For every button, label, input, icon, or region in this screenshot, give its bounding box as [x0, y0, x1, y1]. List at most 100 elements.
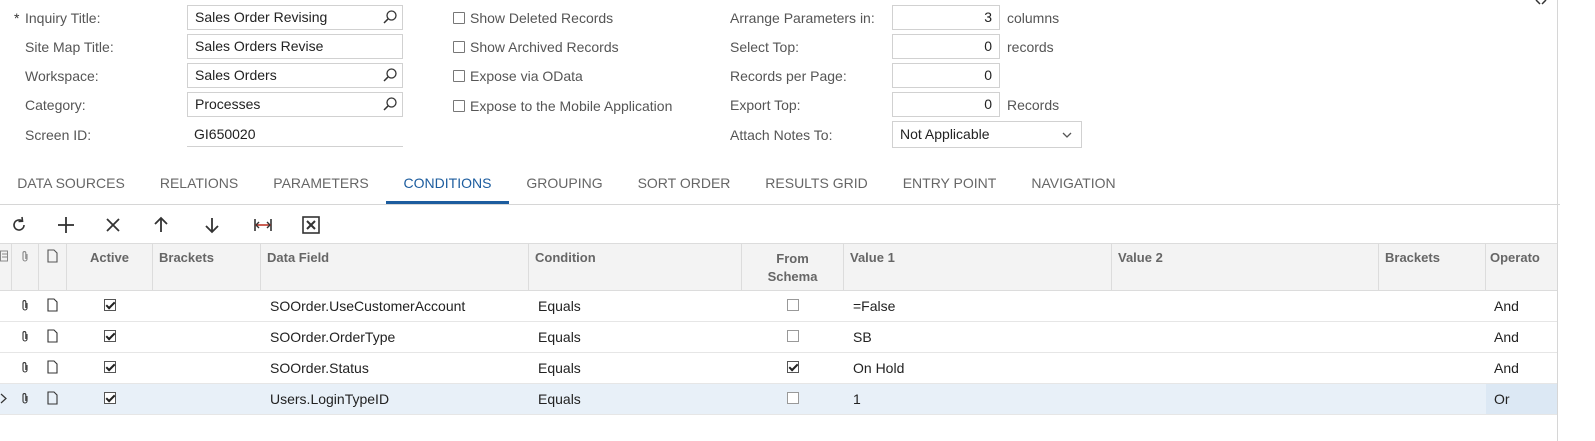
search-icon[interactable] — [382, 67, 398, 83]
tab-grouping[interactable]: GROUPING — [509, 166, 620, 202]
refresh-icon[interactable] — [8, 214, 30, 236]
col-brackets-close[interactable]: Brackets — [1379, 244, 1486, 290]
paperclip-icon[interactable] — [20, 392, 30, 405]
category-field[interactable]: Processes — [187, 92, 403, 117]
table-row[interactable]: SOOrder.OrderType Equals SB And — [0, 322, 1557, 353]
arrange-params-field[interactable]: 3 — [892, 5, 1000, 30]
expose-mobile-option[interactable]: Expose to the Mobile Application — [453, 98, 672, 114]
paperclip-icon[interactable] — [20, 361, 30, 374]
required-marker: * — [14, 10, 20, 26]
export-top-field[interactable]: 0 — [892, 92, 1000, 117]
screen-id-value: GI650020 — [187, 122, 403, 147]
value1-cell[interactable]: =False — [853, 291, 895, 321]
operator-cell[interactable]: And — [1494, 322, 1519, 352]
col-condition[interactable]: Condition — [529, 244, 742, 290]
expose-odata-label: Expose via OData — [470, 68, 583, 84]
from-schema-checkbox[interactable] — [787, 392, 799, 404]
tab-parameters[interactable]: PARAMETERS — [256, 166, 386, 202]
note-icon[interactable] — [47, 391, 58, 405]
col-from-schema-line1: From — [776, 251, 809, 266]
value1-cell[interactable]: On Hold — [853, 353, 904, 383]
operator-cell[interactable]: And — [1494, 291, 1519, 321]
inquiry-title-field[interactable]: Sales Order Revising — [187, 5, 403, 30]
operator-cell[interactable]: And — [1494, 353, 1519, 383]
operator-cell[interactable]: Or — [1494, 384, 1510, 414]
attach-notes-select[interactable]: Not Applicable — [892, 121, 1082, 148]
value1-cell[interactable]: 1 — [853, 384, 861, 414]
show-deleted-option[interactable]: Show Deleted Records — [453, 10, 613, 26]
arrange-params-unit: columns — [1007, 10, 1060, 26]
chevron-down-icon — [1062, 132, 1072, 138]
delete-icon[interactable] — [102, 214, 124, 236]
expose-odata-option[interactable]: Expose via OData — [453, 68, 583, 84]
from-schema-checkbox[interactable] — [787, 299, 799, 311]
tab-relations[interactable]: RELATIONS — [142, 166, 256, 202]
note-icon[interactable] — [47, 329, 58, 343]
attachment-header — [12, 244, 39, 290]
tab-data-sources[interactable]: DATA SOURCES — [0, 166, 142, 202]
close-icon[interactable] — [1535, 0, 1547, 5]
select-top-unit: records — [1007, 39, 1054, 55]
data-field-cell[interactable]: SOOrder.OrderType — [270, 322, 395, 352]
table-row[interactable]: SOOrder.Status Equals On Hold And — [0, 353, 1557, 384]
active-checkbox[interactable] — [104, 361, 116, 373]
tab-navigation[interactable]: NAVIGATION — [1014, 166, 1133, 202]
col-value2[interactable]: Value 2 — [1112, 244, 1379, 290]
col-active[interactable]: Active — [67, 244, 153, 290]
tab-entry-point[interactable]: ENTRY POINT — [885, 166, 1014, 202]
show-archived-checkbox[interactable] — [453, 41, 465, 53]
col-operator[interactable]: Operato — [1486, 244, 1557, 290]
tab-results-grid[interactable]: RESULTS GRID — [748, 166, 885, 202]
condition-cell[interactable]: Equals — [538, 353, 581, 383]
inquiry-title-label: Inquiry Title: — [25, 10, 101, 26]
condition-cell[interactable]: Equals — [538, 322, 581, 352]
paperclip-icon[interactable] — [20, 330, 30, 343]
search-icon[interactable] — [382, 9, 398, 25]
col-value1[interactable]: Value 1 — [844, 244, 1112, 290]
note-icon — [47, 249, 58, 263]
table-row[interactable]: SOOrder.UseCustomerAccount Equals =False… — [0, 291, 1557, 322]
export-excel-icon[interactable] — [300, 214, 322, 236]
condition-cell[interactable]: Equals — [538, 291, 581, 321]
tab-conditions[interactable]: CONDITIONS — [386, 166, 509, 204]
value1-cell[interactable]: SB — [853, 322, 872, 352]
table-row-selected[interactable]: Users.LoginTypeID Equals 1 Or — [0, 384, 1557, 415]
col-data-field[interactable]: Data Field — [261, 244, 529, 290]
screen-id-label: Screen ID: — [25, 127, 92, 143]
active-checkbox[interactable] — [104, 392, 116, 404]
condition-cell[interactable]: Equals — [538, 384, 581, 414]
col-from-schema[interactable]: From Schema — [742, 244, 844, 290]
from-schema-checkbox[interactable] — [787, 330, 799, 342]
category-label: Category: — [25, 97, 86, 113]
export-top-label: Export Top: — [730, 97, 801, 113]
site-map-title-field[interactable]: Sales Orders Revise — [187, 34, 403, 59]
tab-sort-order[interactable]: SORT ORDER — [620, 166, 748, 202]
note-icon[interactable] — [47, 360, 58, 374]
expose-odata-checkbox[interactable] — [453, 70, 465, 82]
fit-columns-icon[interactable] — [252, 214, 274, 236]
expose-mobile-checkbox[interactable] — [453, 100, 465, 112]
data-field-cell[interactable]: Users.LoginTypeID — [270, 384, 389, 414]
show-archived-option[interactable]: Show Archived Records — [453, 39, 619, 55]
from-schema-checkbox[interactable] — [787, 361, 799, 373]
note-icon[interactable] — [47, 298, 58, 312]
scrollbar-edge — [1557, 0, 1558, 441]
move-up-icon[interactable] — [150, 214, 172, 236]
grid-settings-icon[interactable] — [0, 250, 9, 262]
add-icon[interactable] — [55, 214, 77, 236]
select-top-field[interactable]: 0 — [892, 34, 1000, 59]
active-checkbox[interactable] — [104, 299, 116, 311]
data-field-cell[interactable]: SOOrder.UseCustomerAccount — [270, 291, 465, 321]
paperclip-icon[interactable] — [20, 299, 30, 312]
records-per-page-field[interactable]: 0 — [892, 63, 1000, 88]
show-deleted-checkbox[interactable] — [453, 12, 465, 24]
col-brackets-open[interactable]: Brackets — [153, 244, 261, 290]
workspace-field[interactable]: Sales Orders — [187, 63, 403, 88]
search-icon[interactable] — [382, 96, 398, 112]
data-field-cell[interactable]: SOOrder.Status — [270, 353, 369, 383]
workspace-label: Workspace: — [25, 68, 99, 84]
active-checkbox[interactable] — [104, 330, 116, 342]
move-down-icon[interactable] — [201, 214, 223, 236]
show-archived-label: Show Archived Records — [470, 39, 619, 55]
row-selector-header — [0, 244, 12, 290]
